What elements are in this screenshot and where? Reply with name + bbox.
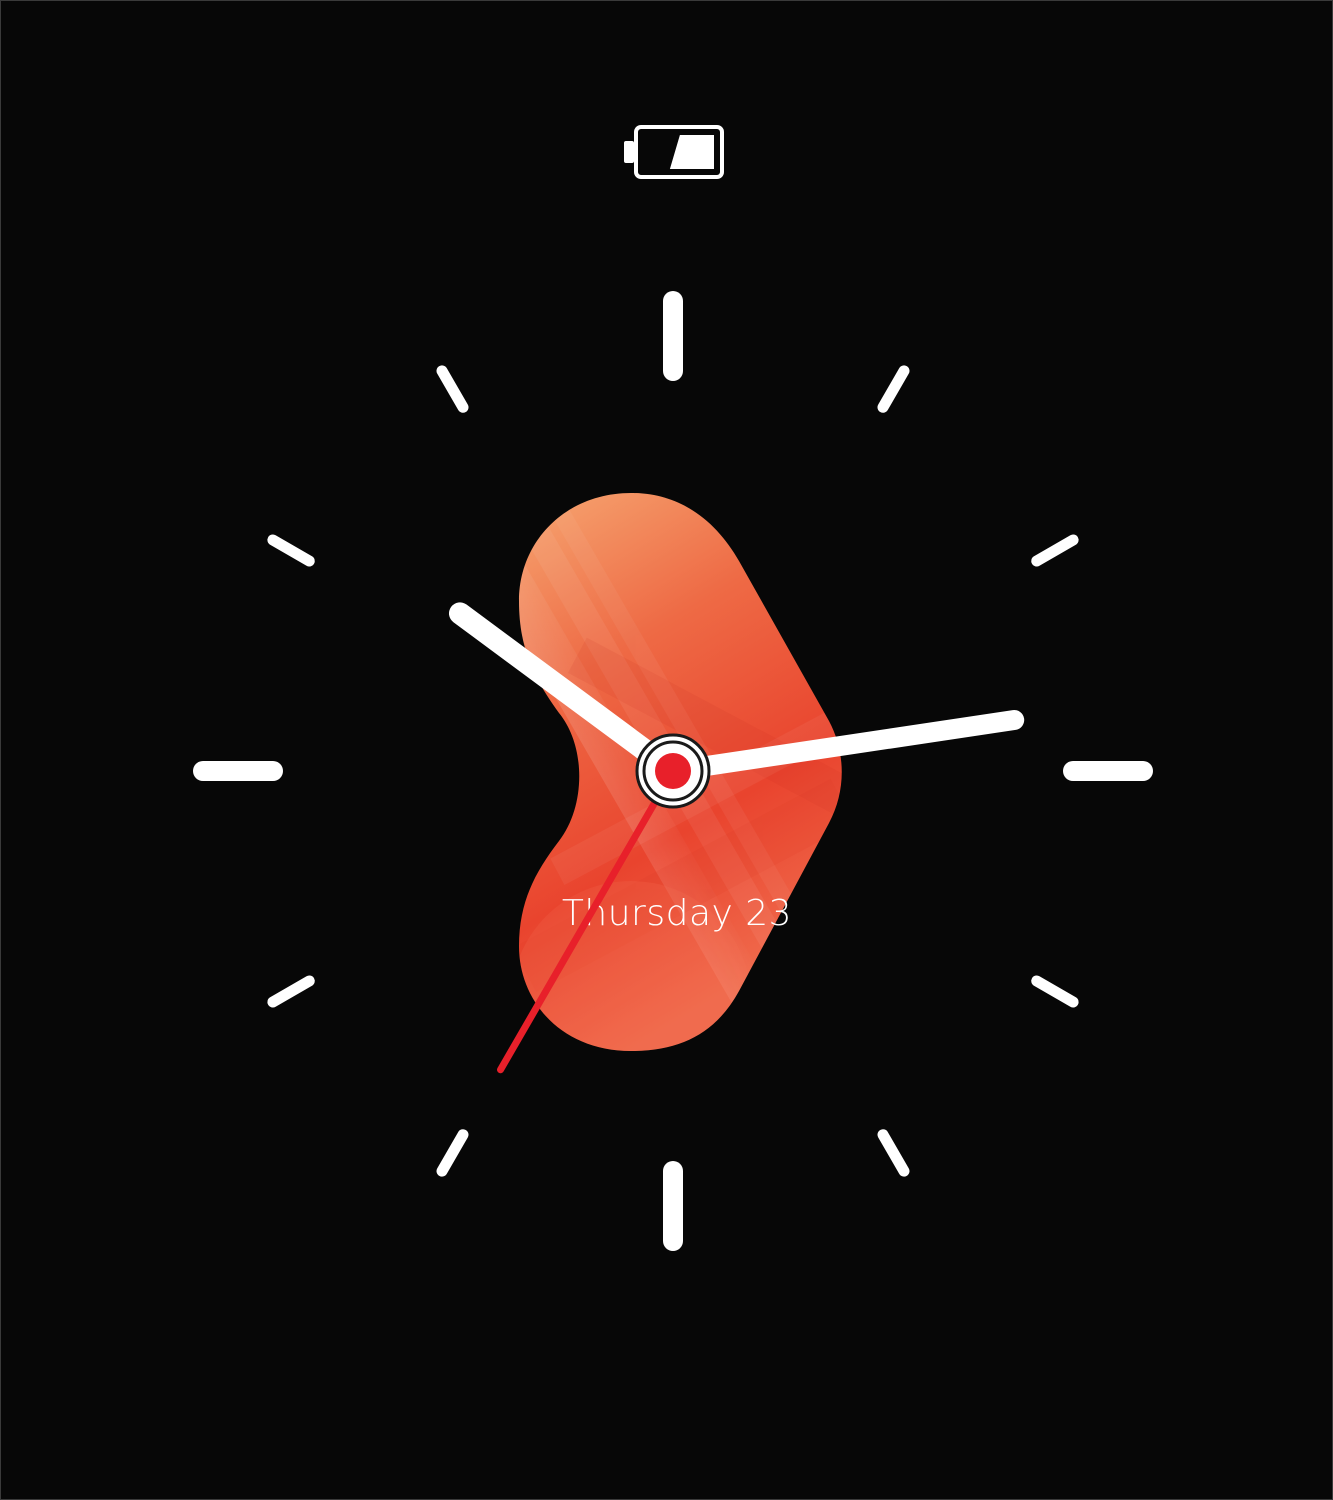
tick-mark-8 (267, 975, 315, 1008)
tick-mark-7 (436, 1129, 469, 1177)
watch-face-canvas: Thursday 23 (193, 125, 1153, 1251)
tick-mark-11 (436, 365, 469, 413)
battery-fill (669, 135, 714, 169)
tick-mark-1 (877, 365, 910, 413)
tick-mark-4 (1031, 975, 1079, 1008)
battery-icon (624, 125, 724, 179)
center-hub (635, 733, 711, 809)
tick-mark-10 (267, 534, 315, 567)
tick-mark-5 (877, 1129, 910, 1177)
tick-mark-2 (1031, 534, 1079, 567)
watch-face: Thursday 23 (0, 0, 1333, 1500)
